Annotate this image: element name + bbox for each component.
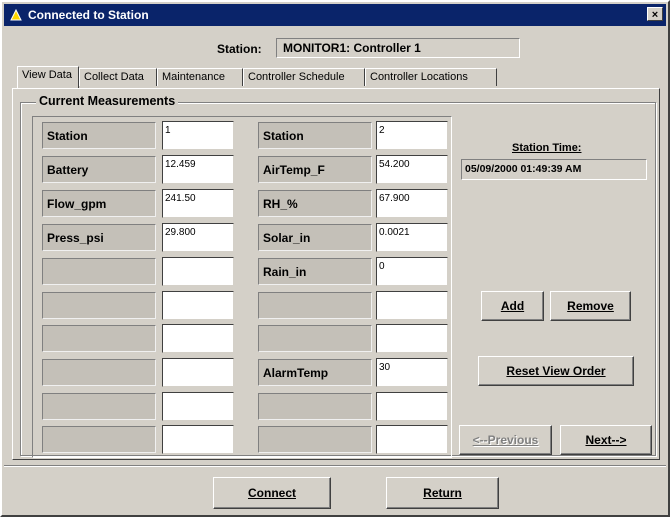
measurement-value[interactable]: 54.200: [376, 155, 448, 184]
measurement-value[interactable]: 2: [376, 121, 448, 150]
close-icon[interactable]: ×: [647, 7, 663, 21]
tab-view-data[interactable]: View Data: [17, 66, 79, 88]
measurement-value[interactable]: 12.459: [162, 155, 234, 184]
measurement-value[interactable]: [162, 291, 234, 320]
app-icon: [9, 8, 23, 22]
measurement-value[interactable]: 0.0021: [376, 223, 448, 252]
add-button-label: Add: [500, 299, 525, 313]
button-separator: [4, 465, 666, 467]
previous-button[interactable]: <--Previous: [459, 425, 552, 455]
connect-button-label: Connect: [248, 486, 296, 500]
measurement-value[interactable]: [376, 392, 448, 421]
measurement-label[interactable]: Battery: [42, 156, 156, 183]
measurement-label[interactable]: Flow_gpm: [42, 190, 156, 217]
return-button[interactable]: Return: [386, 477, 499, 509]
measurement-value[interactable]: 1: [162, 121, 234, 150]
measurement-value[interactable]: [376, 425, 448, 454]
measurement-value[interactable]: [162, 257, 234, 286]
remove-button[interactable]: Remove: [550, 291, 631, 321]
next-button-label: Next-->: [585, 433, 627, 447]
measurement-label[interactable]: [258, 393, 372, 420]
dialog-window: Connected to Station × Station: MONITOR1…: [0, 0, 670, 517]
measurement-value[interactable]: [162, 425, 234, 454]
measurement-value[interactable]: [376, 324, 448, 353]
measurement-value[interactable]: 30: [376, 358, 448, 387]
reset-view-order-label: Reset View Order: [506, 364, 606, 378]
add-button[interactable]: Add: [481, 291, 544, 321]
measurement-value[interactable]: [376, 291, 448, 320]
station-time-label: Station Time:: [512, 142, 582, 154]
tab-controller-schedule[interactable]: Controller Schedule: [243, 68, 365, 86]
measurement-label[interactable]: [42, 393, 156, 420]
measurement-label[interactable]: [258, 426, 372, 453]
measurement-value[interactable]: [162, 392, 234, 421]
measurement-value[interactable]: 67.900: [376, 189, 448, 218]
tab-maintenance[interactable]: Maintenance: [157, 68, 243, 86]
measurement-value[interactable]: 29.800: [162, 223, 234, 252]
station-label: Station:: [217, 42, 262, 56]
reset-view-order-button[interactable]: Reset View Order: [478, 356, 634, 386]
measurement-label[interactable]: [42, 325, 156, 352]
station-time-field: 05/09/2000 01:49:39 AM: [461, 159, 647, 180]
measurement-value[interactable]: [162, 324, 234, 353]
window-title: Connected to Station: [28, 8, 149, 22]
tab-collect-data[interactable]: Collect Data: [79, 68, 157, 86]
remove-button-label: Remove: [567, 299, 614, 313]
measurement-label[interactable]: AlarmTemp: [258, 359, 372, 386]
measurement-value[interactable]: [162, 358, 234, 387]
station-name-field: MONITOR1: Controller 1: [276, 38, 520, 58]
measurement-label[interactable]: Station: [42, 122, 156, 149]
title-bar[interactable]: Connected to Station ×: [4, 4, 666, 26]
measurement-label[interactable]: Rain_in: [258, 258, 372, 285]
measurement-label[interactable]: AirTemp_F: [258, 156, 372, 183]
measurement-label[interactable]: RH_%: [258, 190, 372, 217]
connect-button[interactable]: Connect: [213, 477, 331, 509]
measurement-label[interactable]: Solar_in: [258, 224, 372, 251]
measurement-label[interactable]: [258, 325, 372, 352]
measurement-label[interactable]: [42, 258, 156, 285]
measurement-value[interactable]: 0: [376, 257, 448, 286]
measurement-label[interactable]: [42, 359, 156, 386]
measurement-label[interactable]: Station: [258, 122, 372, 149]
return-button-label: Return: [423, 486, 462, 500]
previous-button-label: <--Previous: [472, 433, 539, 447]
group-label: Current Measurements: [36, 94, 179, 108]
measurement-value[interactable]: 241.50: [162, 189, 234, 218]
measurement-label[interactable]: [258, 292, 372, 319]
measurement-label[interactable]: [42, 292, 156, 319]
measurement-label[interactable]: [42, 426, 156, 453]
next-button[interactable]: Next-->: [560, 425, 652, 455]
measurement-label[interactable]: Press_psi: [42, 224, 156, 251]
tab-controller-locations[interactable]: Controller Locations: [365, 68, 497, 86]
